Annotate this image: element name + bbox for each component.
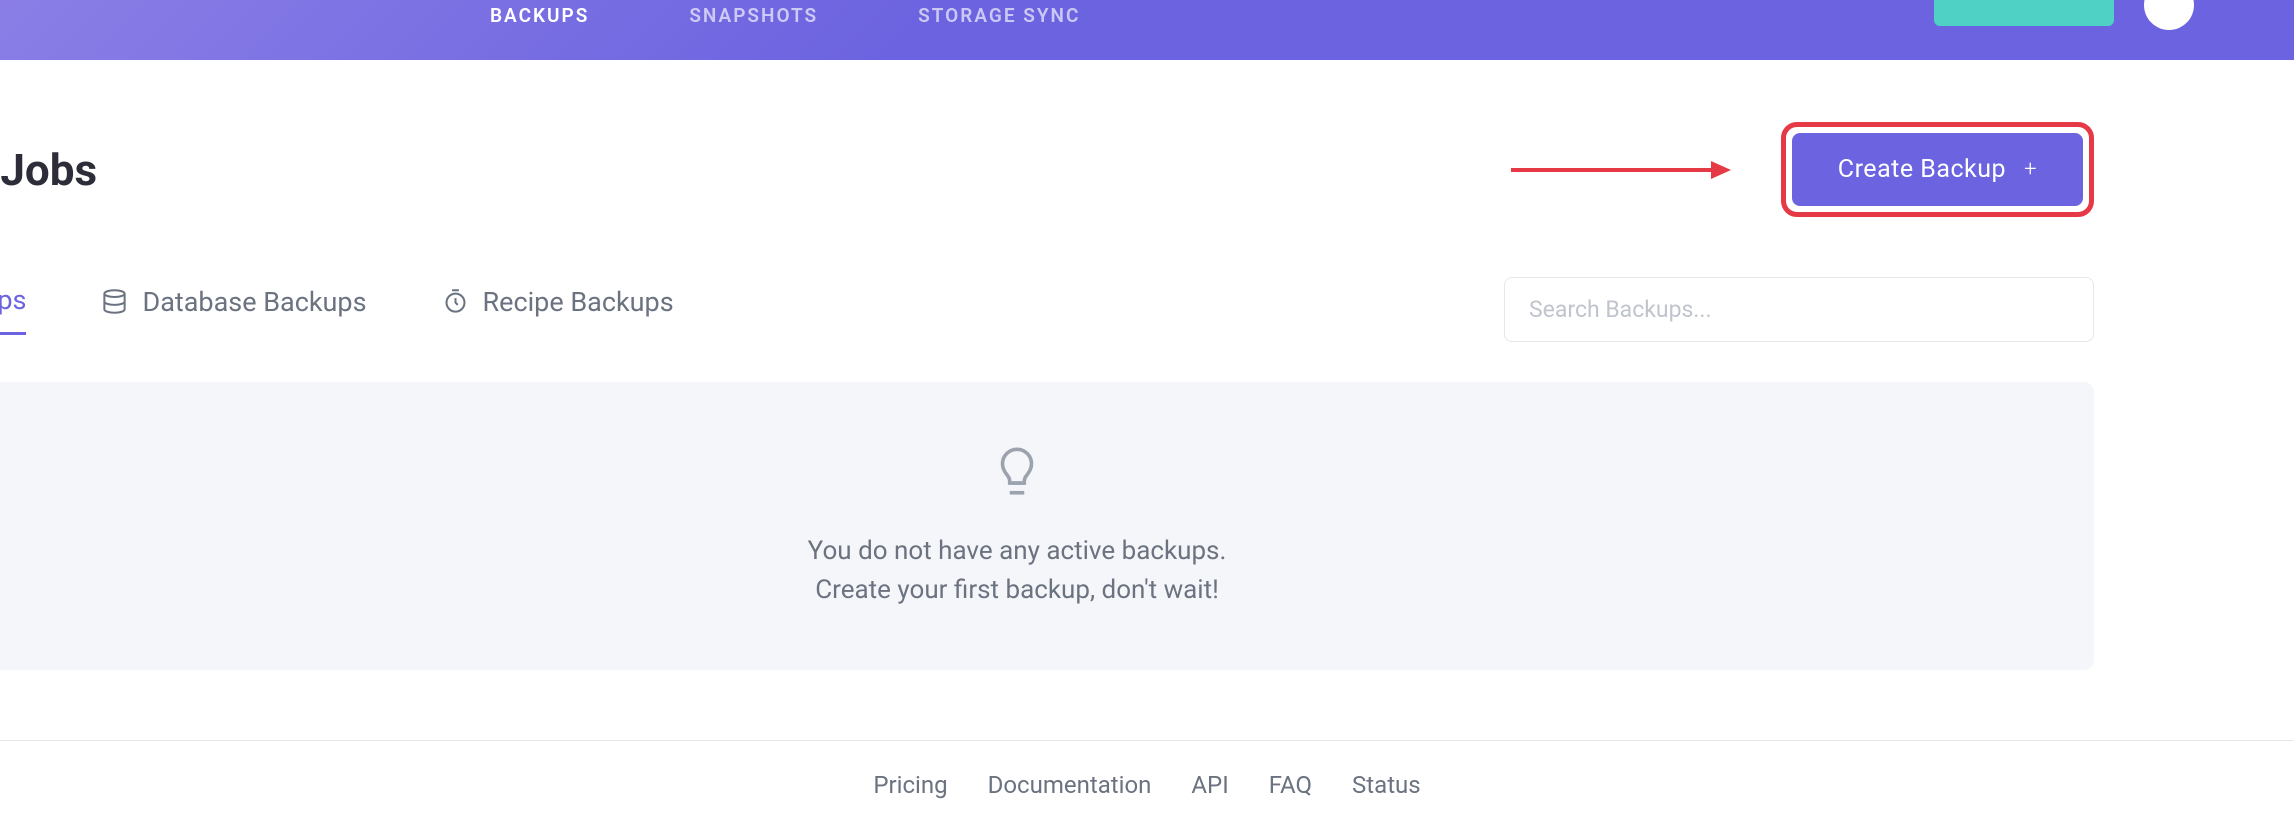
tabs: ackups Database Backups Recipe Backups xyxy=(0,284,674,335)
database-icon xyxy=(101,288,128,315)
page-title: up Jobs xyxy=(0,144,97,196)
avatar[interactable] xyxy=(2144,0,2194,30)
top-nav: BACKUPS SNAPSHOTS STORAGE SYNC xyxy=(0,0,2294,60)
nav-item-storage-sync[interactable]: STORAGE SYNC xyxy=(918,0,1080,27)
plus-icon: + xyxy=(2024,157,2037,182)
footer-link-faq[interactable]: FAQ xyxy=(1269,771,1312,799)
footer-link-documentation[interactable]: Documentation xyxy=(988,771,1152,799)
nav-action-button[interactable] xyxy=(1934,0,2114,26)
nav-item-backups[interactable]: BACKUPS xyxy=(490,0,589,27)
create-backup-button[interactable]: Create Backup + xyxy=(1792,133,2083,206)
empty-line1: You do not have any active backups. xyxy=(0,532,2054,571)
tab-label: ackups xyxy=(0,284,26,316)
page-header: up Jobs Create Backup + xyxy=(0,60,2294,257)
nav-right xyxy=(1934,0,2194,30)
empty-state: You do not have any active backups. Crea… xyxy=(0,382,2094,670)
footer-link-api[interactable]: API xyxy=(1191,771,1228,799)
bulb-icon xyxy=(988,442,1046,504)
create-button-label: Create Backup xyxy=(1838,155,2006,184)
footer: Pricing Documentation API FAQ Status xyxy=(0,740,2294,799)
tab-backups[interactable]: ackups xyxy=(0,284,26,335)
nav-item-snapshots[interactable]: SNAPSHOTS xyxy=(689,0,818,27)
footer-link-status[interactable]: Status xyxy=(1352,771,1421,799)
arrow-annotation xyxy=(1511,155,1731,185)
footer-link-pricing[interactable]: Pricing xyxy=(873,771,947,799)
tabs-row: ackups Database Backups Recipe Backups xyxy=(0,277,2294,342)
nav-left: BACKUPS SNAPSHOTS STORAGE SYNC xyxy=(490,0,1080,27)
create-button-highlight: Create Backup + xyxy=(1781,122,2094,217)
tab-label: Recipe Backups xyxy=(483,286,674,318)
tab-database-backups[interactable]: Database Backups xyxy=(101,284,366,335)
recipe-icon xyxy=(442,288,469,315)
tab-recipe-backups[interactable]: Recipe Backups xyxy=(442,284,674,335)
tab-label: Database Backups xyxy=(142,286,366,318)
empty-line2: Create your first backup, don't wait! xyxy=(0,571,2054,610)
search-input[interactable] xyxy=(1504,277,2094,342)
